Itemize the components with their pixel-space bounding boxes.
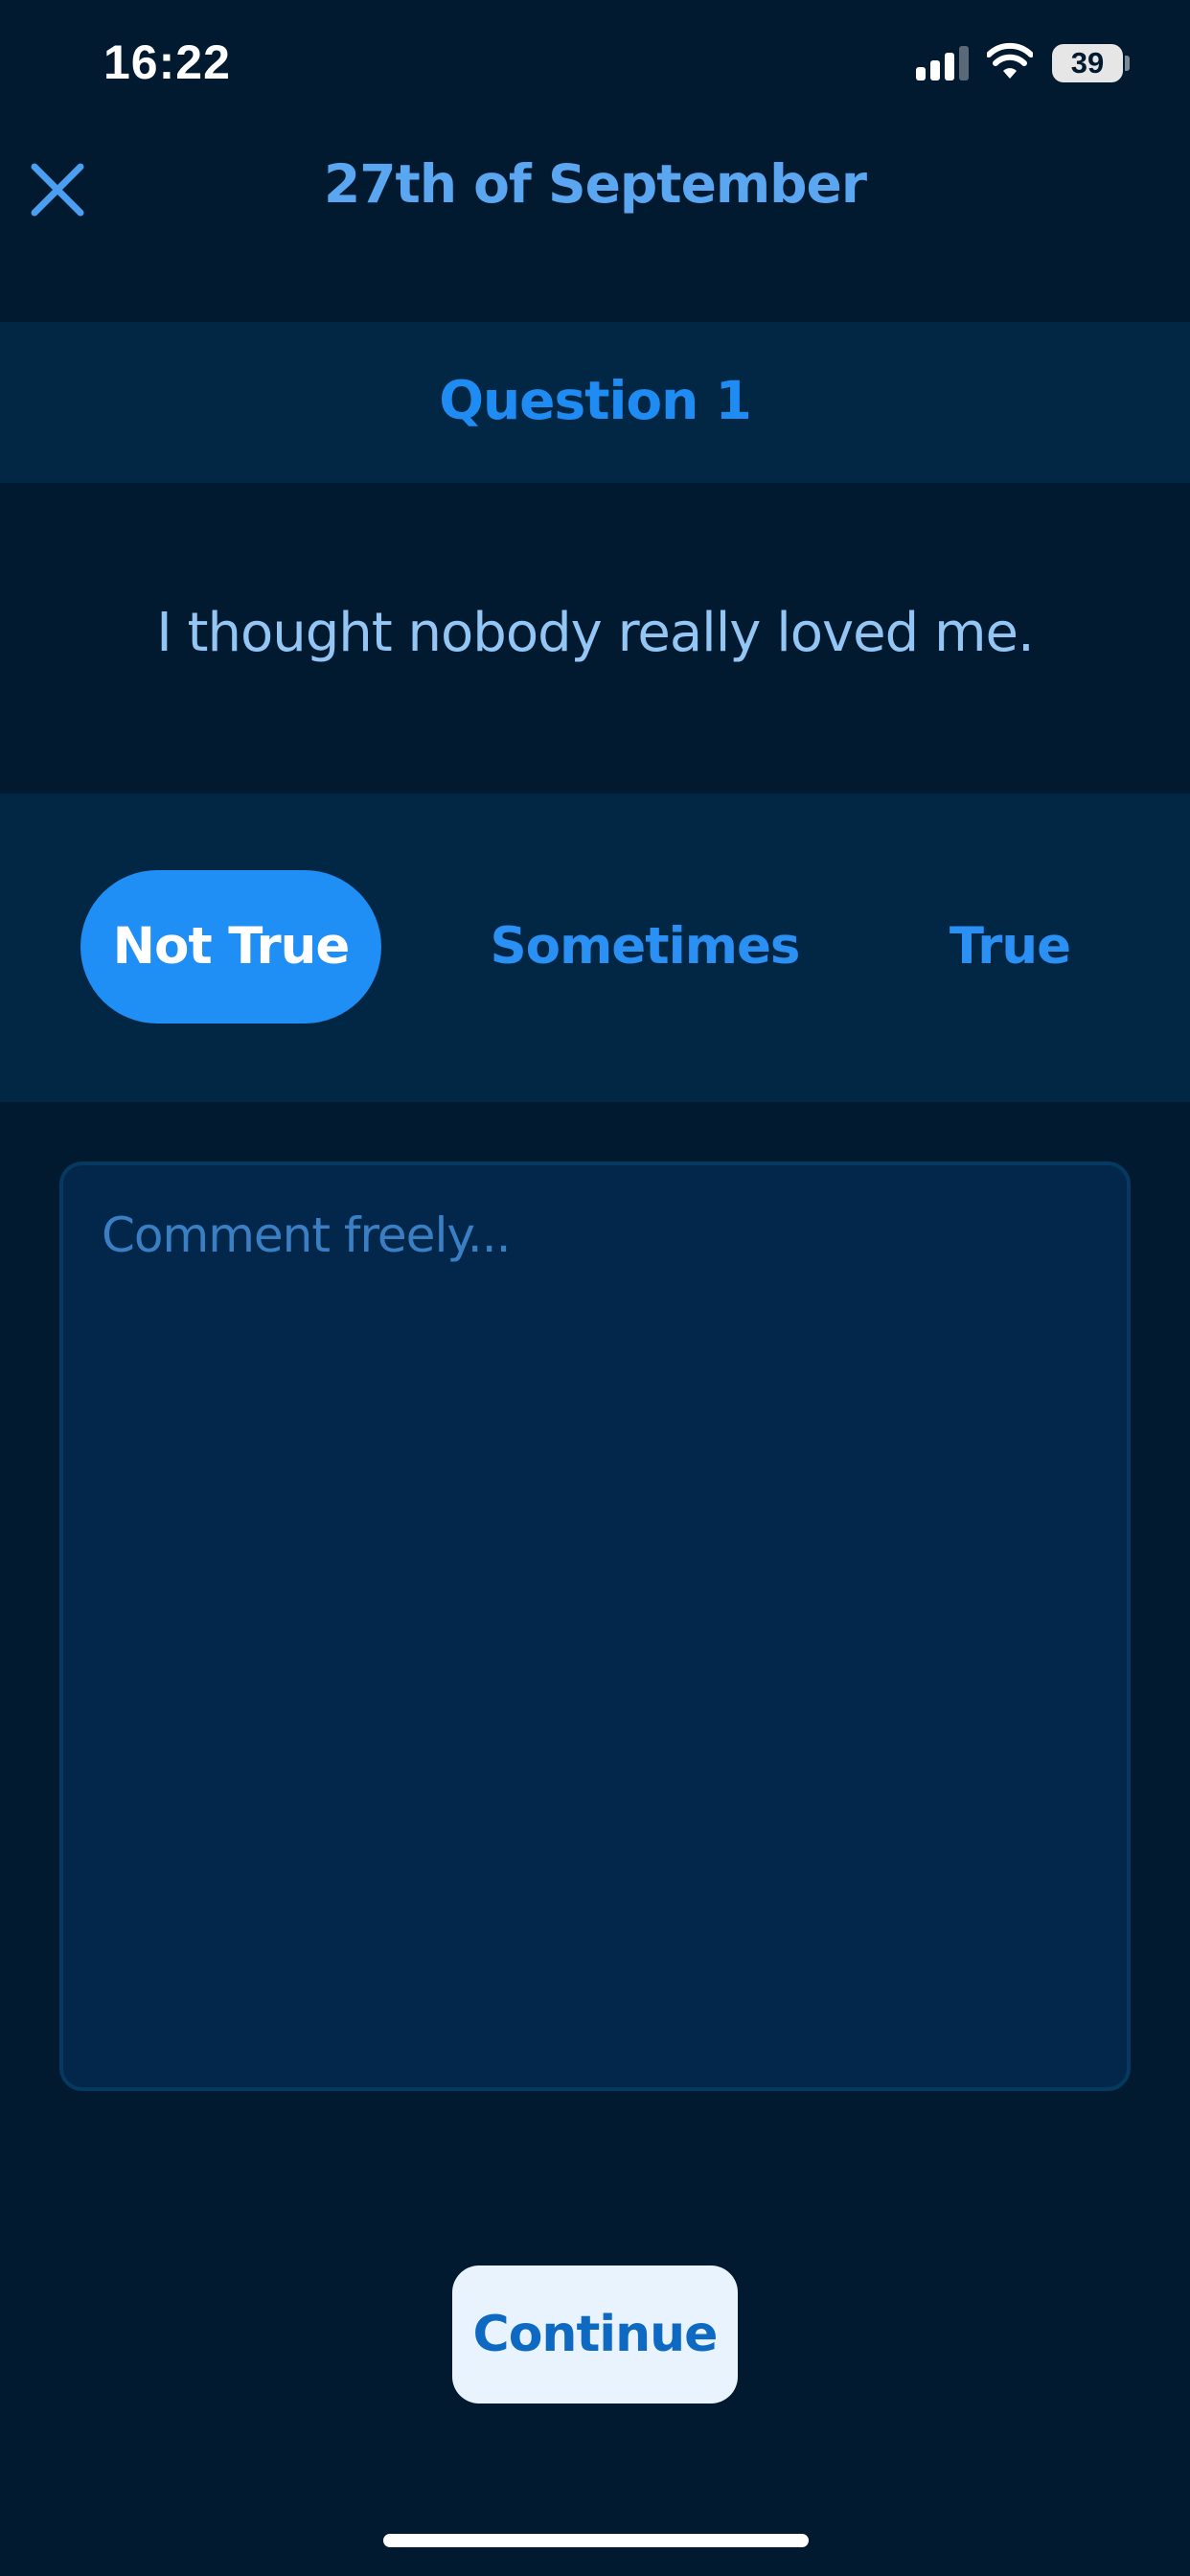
question-number: Question 1	[439, 370, 751, 431]
home-indicator[interactable]	[383, 2534, 809, 2547]
status-time: 16:22	[103, 35, 231, 89]
answer-sometimes[interactable]: Sometimes	[460, 870, 830, 1024]
comment-field[interactable]: Comment freely...	[59, 1162, 1131, 2091]
battery-cap	[1125, 56, 1130, 71]
nav-bar: 27th of September	[0, 134, 1190, 322]
battery-icon: 39	[1052, 44, 1123, 82]
page-title: 27th of September	[324, 153, 867, 215]
question-header: Question 1	[0, 322, 1190, 483]
answer-true[interactable]: True	[904, 870, 1115, 1024]
question-text: I thought nobody really loved me.	[156, 602, 1035, 664]
comment-placeholder: Comment freely...	[102, 1208, 511, 1263]
wifi-icon	[987, 42, 1033, 79]
cellular-signal-icon	[916, 46, 970, 80]
status-bar: 16:22 39	[0, 0, 1190, 134]
answer-options: Not True Sometimes True	[0, 794, 1190, 1102]
continue-button[interactable]: Continue	[452, 2266, 738, 2404]
answer-not-true[interactable]: Not True	[80, 870, 381, 1024]
